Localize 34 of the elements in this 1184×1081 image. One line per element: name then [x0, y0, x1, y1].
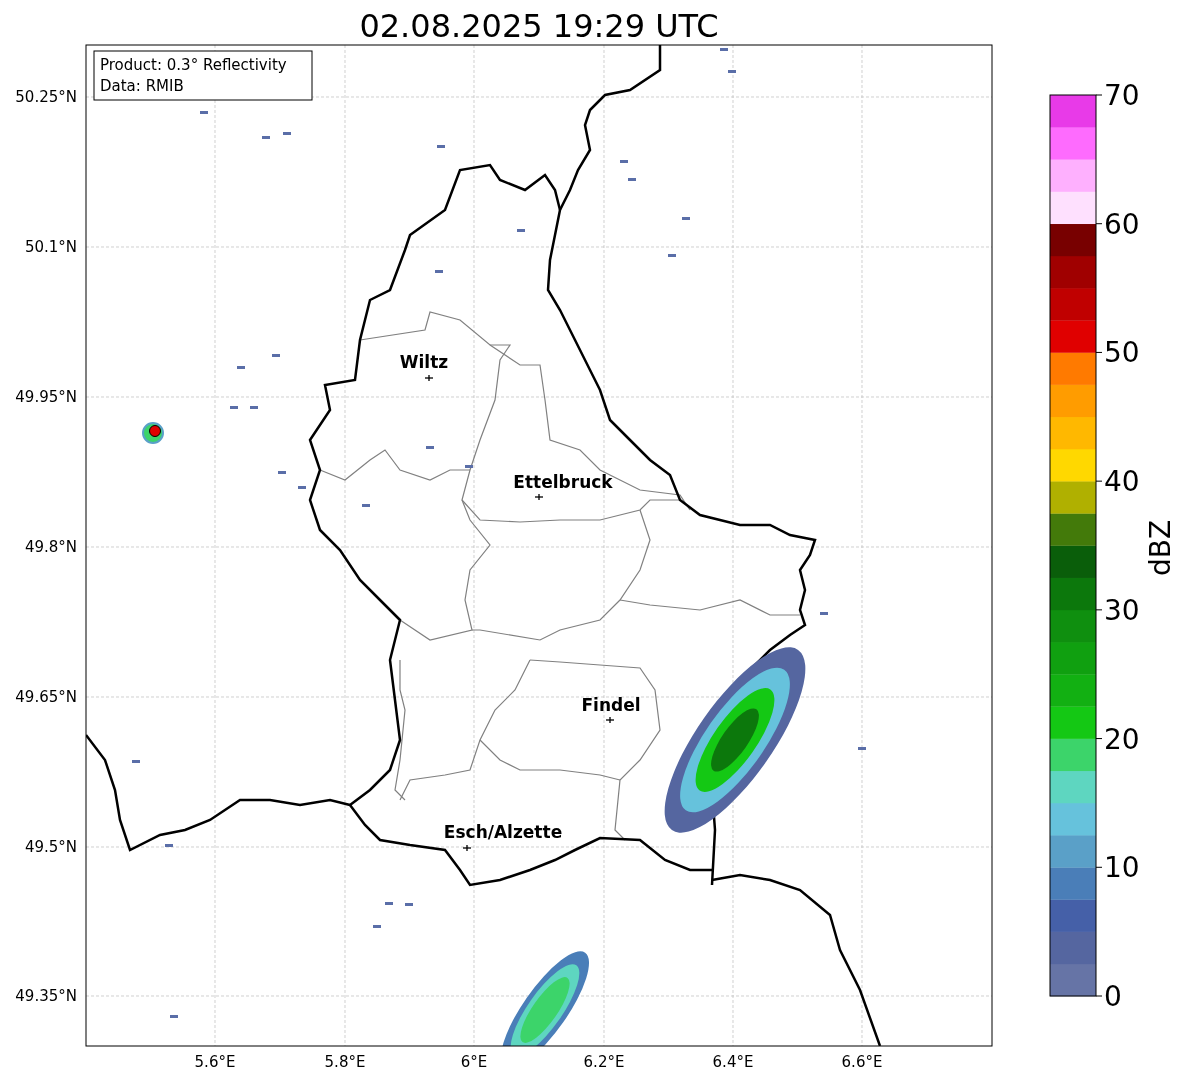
colorbar-tick-label: 60 [1104, 207, 1140, 241]
colorbar-tick-label: 70 [1104, 79, 1140, 112]
info-text: Product: 0.3° Reflectivity [100, 56, 287, 74]
radar-site-marker [149, 425, 161, 437]
colorbar-tick-label: 10 [1104, 851, 1140, 885]
info-text: Data: RMIB [100, 77, 184, 95]
axis-tick-label: 49.35°N [15, 987, 77, 1005]
axis-tick-label: 49.95°N [15, 388, 77, 406]
city-marker-icon [534, 493, 544, 501]
city-label: Wiltz [399, 352, 449, 372]
axis-tick-label: 5.8°E [324, 1053, 366, 1071]
city-label: Findel [581, 695, 641, 715]
city-marker-icon [424, 374, 434, 382]
colorbar-tick-label: 30 [1104, 593, 1140, 627]
axis-tick-label: 6.6°E [841, 1053, 883, 1071]
colorbar-label: dBZ [1144, 519, 1177, 577]
axis-tick-label: 6°E [460, 1053, 488, 1071]
colorbar-tick-label: 20 [1104, 722, 1140, 756]
axis-tick-label: 50.1°N [24, 238, 77, 256]
colorbar-tick-label: 50 [1104, 336, 1140, 370]
axis-tick-label: 49.8°N [24, 538, 77, 556]
colorbar-tick-label: 40 [1104, 465, 1140, 499]
axis-tick-label: 49.5°N [24, 838, 77, 856]
city-label: Esch/Alzette [443, 822, 563, 842]
city-marker-icon [605, 716, 615, 724]
axis-tick-label: 6.2°E [583, 1053, 625, 1071]
axis-tick-label: 6.4°E [712, 1053, 754, 1071]
city-marker-icon [462, 844, 472, 852]
axis-tick-label: 49.65°N [15, 688, 77, 706]
colorbar-tick-label: 0 [1104, 980, 1122, 1013]
chart-title: 02.08.2025 19:29 UTC [359, 7, 719, 45]
axis-tick-label: 5.6°E [194, 1053, 236, 1071]
city-label: Ettelbruck [513, 472, 613, 492]
axis-tick-label: 50.25°N [15, 88, 77, 106]
